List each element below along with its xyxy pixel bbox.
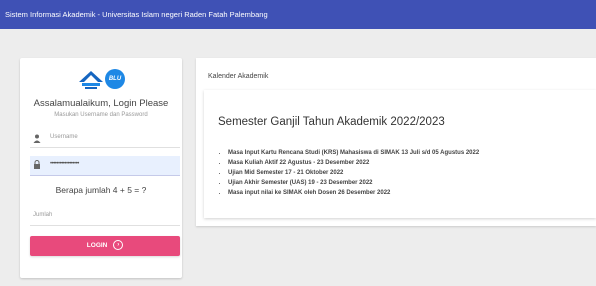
list-item: Ujian Akhir Semester (UAS) 19 - 23 Desem… (228, 178, 479, 188)
login-subtext: Masukan Username dan Password (54, 112, 148, 118)
semester-title: Semester Ganjil Tahun Akademik 2022/2023 (218, 116, 445, 128)
user-icon (33, 134, 41, 143)
login-card: BLU Assalamualaikum, Login Please Masuka… (20, 58, 182, 278)
password-value: •••••••••••••••••• (50, 161, 79, 167)
app-title: Sistem Informasi Akademik - Universitas … (5, 10, 268, 19)
app-title-bar: Sistem Informasi Akademik - Universitas … (0, 0, 596, 29)
blu-logo: BLU (105, 69, 125, 89)
password-field[interactable]: •••••••••••••••••• (30, 156, 180, 176)
calendar-panel: Kalender Akademik Semester Ganjil Tahun … (196, 58, 596, 226)
login-greeting: Assalamualaikum, Login Please (33, 98, 169, 109)
login-button-label: LOGIN (86, 242, 108, 249)
list-item: Masa Input Kartu Rencana Studi (KRS) Mah… (228, 148, 479, 158)
list-item: Masa input nilai ke SIMAK oleh Dosen 26 … (228, 188, 479, 198)
jumlah-field[interactable]: Jumlah (30, 208, 180, 226)
calendar-card: Semester Ganjil Tahun Akademik 2022/2023… (204, 90, 596, 218)
logo-row: BLU (78, 68, 128, 94)
captcha-question: Berapa jumlah 4 + 5 = ? (55, 185, 147, 195)
list-item: Ujian Mid Semester 17 - 21 Oktober 2022 (228, 168, 479, 178)
calendar-header: Kalender Akademik (208, 73, 269, 80)
lock-icon (34, 160, 40, 169)
username-field[interactable]: Username (30, 130, 180, 148)
uin-logo-icon (79, 71, 103, 89)
jumlah-placeholder: Jumlah (33, 212, 53, 218)
login-button[interactable]: LOGIN › (30, 236, 180, 256)
arrow-right-circle-icon: › (113, 240, 124, 251)
username-placeholder: Username (50, 134, 78, 140)
calendar-list: Masa Input Kartu Rencana Studi (KRS) Mah… (220, 148, 479, 198)
list-item: Masa Kuliah Aktif 22 Agustus - 23 Desemb… (228, 158, 479, 168)
